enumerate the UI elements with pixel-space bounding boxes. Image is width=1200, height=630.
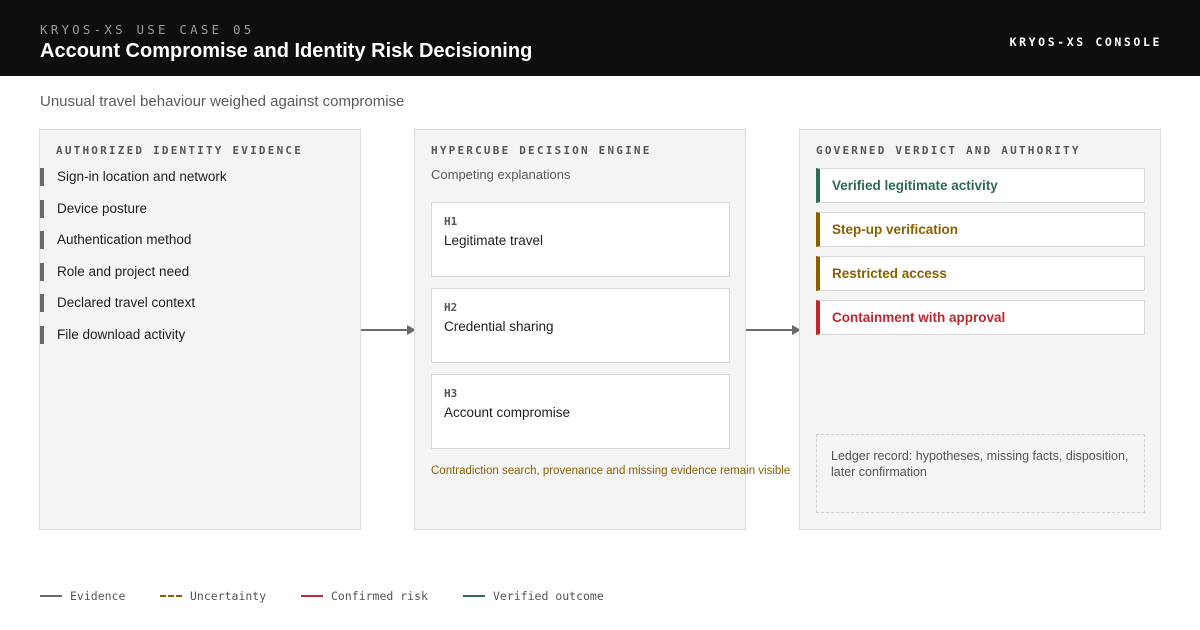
ledger-record: Ledger record: hypotheses, missing facts… <box>816 434 1145 513</box>
evidence-item: File download activity <box>40 326 185 344</box>
legend-swatch-evidence <box>40 595 62 597</box>
hypothesis-code: H2 <box>444 301 458 314</box>
legend-swatch-confirmed-risk <box>301 595 323 597</box>
header-bar: KRYOS-XS USE CASE 05 Account Compromise … <box>0 0 1200 76</box>
hypothesis-code: H1 <box>444 215 458 228</box>
legend-label: Evidence <box>70 589 126 603</box>
legend-swatch-uncertainty <box>160 595 182 597</box>
evidence-panel: AUTHORIZED IDENTITY EVIDENCE Sign-in loc… <box>39 129 361 530</box>
hypothesis-card-h2: H2 Credential sharing <box>431 288 730 363</box>
use-case-eyebrow: KRYOS-XS USE CASE 05 <box>40 22 255 37</box>
hypothesis-card-h1: H1 Legitimate travel <box>431 202 730 277</box>
hypothesis-label: Account compromise <box>444 405 571 420</box>
verdict-containment: Containment with approval <box>816 300 1145 335</box>
hypothesis-card-h3: H3 Account compromise <box>431 374 730 449</box>
page-subtitle: Unusual travel behaviour weighed against… <box>40 93 405 110</box>
verdict-panel-heading: GOVERNED VERDICT AND AUTHORITY <box>816 144 1081 157</box>
evidence-item: Role and project need <box>40 263 189 281</box>
evidence-item: Authentication method <box>40 231 191 249</box>
legend-label: Uncertainty <box>190 589 267 603</box>
verdict-restricted-access: Restricted access <box>816 256 1145 291</box>
evidence-item: Device posture <box>40 200 147 218</box>
engine-panel-heading: HYPERCUBE DECISION ENGINE <box>431 144 652 157</box>
console-label: KRYOS-XS CONSOLE <box>1009 35 1162 49</box>
engine-subheading: Competing explanations <box>431 167 571 182</box>
evidence-item: Sign-in location and network <box>40 168 227 186</box>
legend-label: Confirmed risk <box>331 589 428 603</box>
verdict-panel: GOVERNED VERDICT AND AUTHORITY Verified … <box>799 129 1161 530</box>
hypothesis-label: Credential sharing <box>444 319 554 334</box>
evidence-to-engine-arrow <box>361 324 416 336</box>
verdict-verified-legitimate: Verified legitimate activity <box>816 168 1145 203</box>
legend-label: Verified outcome <box>493 589 604 603</box>
decision-engine-panel: HYPERCUBE DECISION ENGINE Competing expl… <box>414 129 790 530</box>
evidence-panel-heading: AUTHORIZED IDENTITY EVIDENCE <box>56 144 304 157</box>
verdict-step-up-verification: Step-up verification <box>816 212 1145 247</box>
engine-note: Contradiction search, provenance and mis… <box>431 465 791 477</box>
page-title: Account Compromise and Identity Risk Dec… <box>40 40 533 62</box>
hypothesis-label: Legitimate travel <box>444 233 544 248</box>
hypothesis-code: H3 <box>444 387 458 400</box>
evidence-item: Declared travel context <box>40 294 195 312</box>
legend-swatch-verified-outcome <box>463 595 485 597</box>
engine-to-verdict-arrow <box>746 324 801 336</box>
